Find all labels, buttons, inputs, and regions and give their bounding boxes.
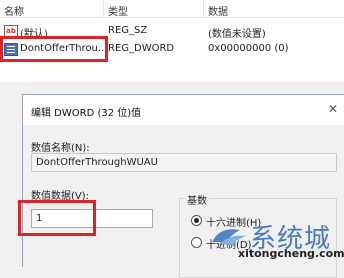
row-type: REG_DWORD <box>108 43 175 54</box>
dialog-title: 编辑 DWORD (32 位)值 <box>31 108 142 119</box>
radio-hexadecimal[interactable] <box>191 215 202 226</box>
column-header-data[interactable]: 数据 <box>208 3 228 18</box>
close-icon[interactable]: ✕ <box>325 101 341 117</box>
dialog-titlebar[interactable]: 编辑 DWORD (32 位)值 ✕ <box>23 95 344 125</box>
value-name-field[interactable]: DontOfferThroughWUAU <box>31 153 337 172</box>
column-divider[interactable] <box>103 0 104 17</box>
radio-decimal[interactable] <box>191 237 202 248</box>
base-label: 基数 <box>185 192 209 207</box>
highlight-box-value-name <box>0 36 108 62</box>
highlight-box-value-data <box>18 200 96 236</box>
column-header-name[interactable]: 名称 <box>4 3 24 18</box>
watermark-logo-icon <box>212 229 246 245</box>
list-header: 名称 类型 数据 <box>0 0 344 18</box>
watermark-url: xitongcheng.com <box>238 247 344 260</box>
row-type: REG_SZ <box>108 25 148 36</box>
row-data: (数值未设置) <box>208 29 266 40</box>
column-divider[interactable] <box>203 0 204 17</box>
column-header-type[interactable]: 类型 <box>108 3 128 18</box>
value-name-label: 数值名称(N): <box>31 143 90 154</box>
row-data: 0x00000000 (0) <box>208 43 289 54</box>
